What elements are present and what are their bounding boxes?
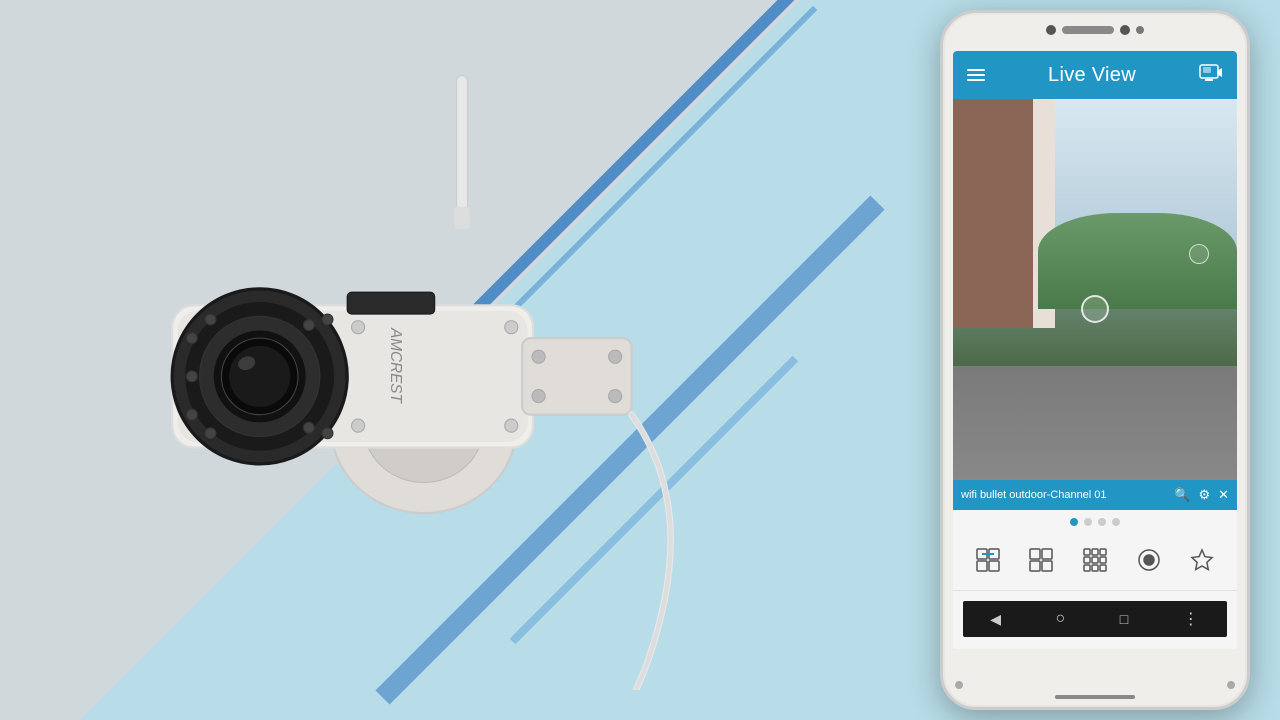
back-button[interactable]: ◀ xyxy=(990,611,1001,628)
channel-bar: wifi bullet outdoor-Channel 01 🔍 ⚙ ✕ xyxy=(953,480,1237,510)
android-nav: ◀ ○ □ ⋮ xyxy=(963,601,1227,637)
phone-speaker xyxy=(1062,26,1114,34)
ptz-center-indicator xyxy=(1081,295,1109,323)
dot-2[interactable] xyxy=(1084,518,1092,526)
channel-label: wifi bullet outdoor-Channel 01 xyxy=(961,489,1174,501)
trees-area xyxy=(1038,213,1237,308)
single-view-button[interactable] xyxy=(968,540,1008,580)
video-feed xyxy=(953,99,1237,480)
phone-top-bar xyxy=(1046,25,1144,35)
channel-settings-icon[interactable]: ⚙ xyxy=(1198,487,1210,503)
dot-4[interactable] xyxy=(1112,518,1120,526)
phone-dot-right xyxy=(1136,26,1144,34)
quad-view-button[interactable] xyxy=(1021,540,1061,580)
pillar xyxy=(1033,99,1056,347)
grid-controls xyxy=(953,530,1237,590)
camera-area: AMCREST xyxy=(30,30,730,690)
brick-wall xyxy=(953,99,1038,366)
multi-view-button[interactable] xyxy=(1075,540,1115,580)
camera-monitor-button[interactable] xyxy=(1199,64,1223,87)
phone-body: Live View xyxy=(940,10,1250,710)
menu-button[interactable] xyxy=(967,69,985,81)
channel-search-icon[interactable]: 🔍 xyxy=(1174,487,1190,503)
phone-home-indicator xyxy=(1055,695,1135,699)
ptz-small-indicator xyxy=(1189,244,1209,264)
phone-dot-bottom-right xyxy=(1227,681,1235,689)
menu-line-3 xyxy=(967,79,985,81)
road xyxy=(953,366,1237,480)
recent-apps-button[interactable]: □ xyxy=(1120,611,1128,627)
channel-close-icon[interactable]: ✕ xyxy=(1218,487,1229,503)
header-title: Live View xyxy=(1048,64,1136,87)
dot-3[interactable] xyxy=(1098,518,1106,526)
menu-line-2 xyxy=(967,74,985,76)
camera-view xyxy=(953,99,1237,480)
app-screen: Live View xyxy=(953,51,1237,649)
pagination-dots xyxy=(953,510,1237,530)
channel-icons: 🔍 ⚙ ✕ xyxy=(1174,487,1229,503)
phone-dot-left xyxy=(1046,25,1056,35)
home-button[interactable]: ○ xyxy=(1056,610,1066,628)
record-button[interactable] xyxy=(1129,540,1169,580)
menu-line-1 xyxy=(967,69,985,71)
favorite-button[interactable] xyxy=(1182,540,1222,580)
more-options-button[interactable]: ⋮ xyxy=(1183,609,1200,629)
app-header: Live View xyxy=(953,51,1237,99)
svg-text:AMCREST: AMCREST xyxy=(387,327,404,404)
phone-dot-center xyxy=(1120,25,1130,35)
phone-mockup: Live View xyxy=(940,10,1250,710)
dot-1[interactable] xyxy=(1070,518,1078,526)
phone-dot-bottom-left xyxy=(955,681,963,689)
